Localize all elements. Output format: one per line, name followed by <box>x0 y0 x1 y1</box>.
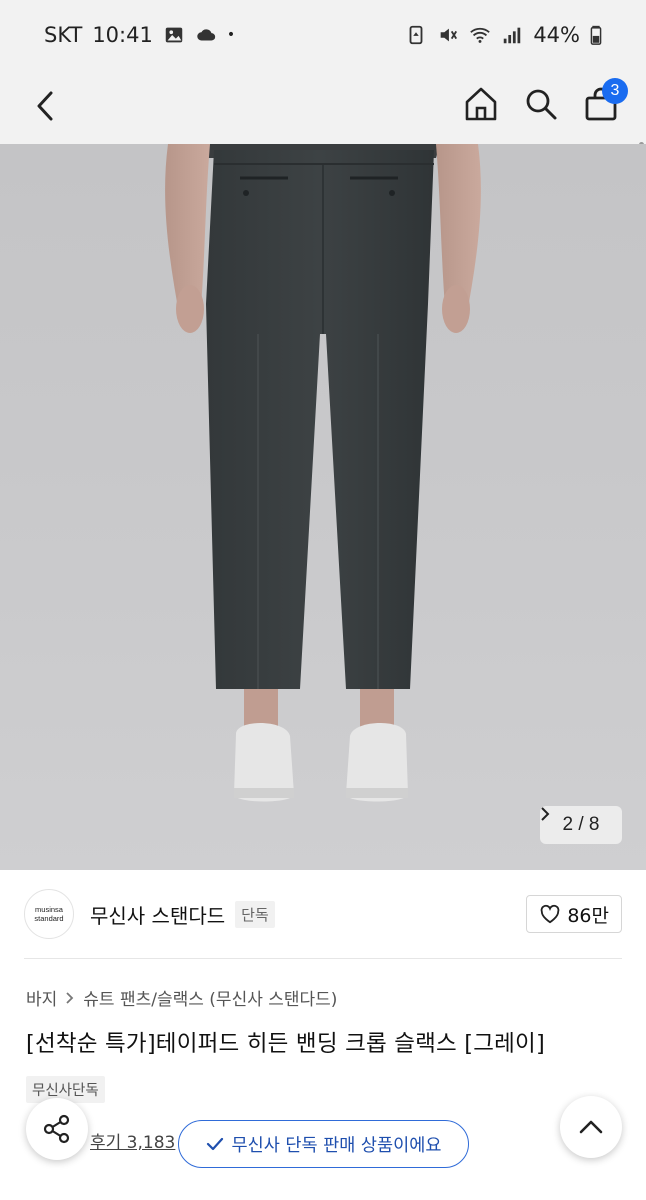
review-link[interactable]: 후기 3,183 <box>90 1128 175 1153</box>
product-title: [선착순 특가]테이퍼드 히든 밴딩 크롭 슬랙스 [그레이] <box>26 1031 545 1057</box>
product-image[interactable]: 2 / 8 <box>0 144 646 870</box>
app-header: 3 <box>0 70 646 226</box>
like-button[interactable]: 86만 <box>526 895 622 933</box>
mute-icon <box>437 24 459 46</box>
header-actions: 3 <box>462 78 628 126</box>
battery-label: 44% <box>533 23 580 47</box>
brand-row: musinsa standard 무신사 스탠다드 단독 86만 <box>0 870 646 958</box>
brand-name[interactable]: 무신사 스탠다드 <box>90 900 225 929</box>
battery-saver-icon <box>405 24 427 46</box>
check-icon <box>206 1137 223 1151</box>
cart-count-badge: 3 <box>602 78 628 104</box>
carrier-label: SKT <box>44 23 83 47</box>
search-icon <box>526 89 557 120</box>
breadcrumb-item-subcategory[interactable]: 슈트 팬츠/슬랙스 (무신사 스탠다드) <box>83 985 337 1010</box>
image-counter-text: 2 / 8 <box>562 814 600 835</box>
breadcrumb: 바지 슈트 팬츠/슬랙스 (무신사 스탠다드) <box>26 985 337 1010</box>
cart-button[interactable]: 3 <box>582 78 628 126</box>
brand-logo[interactable]: musinsa standard <box>24 889 74 939</box>
home-icon <box>465 87 497 121</box>
toast-text: 무신사 단독 판매 상품이에요 <box>231 1135 442 1156</box>
chevron-right-icon <box>66 991 74 1004</box>
clock-label: 10:41 <box>92 23 153 47</box>
image-icon <box>163 24 185 46</box>
search-button[interactable] <box>522 82 560 126</box>
status-left: SKT 10:41 • <box>44 23 235 47</box>
home-button[interactable] <box>462 82 500 126</box>
status-dot: • <box>226 27 236 43</box>
exclusive-toast: 무신사 단독 판매 상품이에요 <box>178 1120 469 1168</box>
brand-logo-line2: standard <box>34 914 64 923</box>
back-button[interactable] <box>28 84 62 128</box>
chevron-right-icon <box>541 807 550 821</box>
status-bar: SKT 10:41 • 44% <box>0 0 646 70</box>
divider <box>24 958 622 959</box>
image-counter[interactable]: 2 / 8 <box>540 806 622 844</box>
brand-exclusive-tag: 단독 <box>235 900 275 928</box>
heart-icon <box>540 904 560 924</box>
product-photo <box>165 144 481 802</box>
breadcrumb-item-category[interactable]: 바지 <box>26 985 57 1010</box>
status-right: 44% <box>405 23 602 47</box>
brand-logo-line1: musinsa <box>35 905 63 914</box>
cloud-icon <box>195 24 217 46</box>
signal-icon <box>501 24 523 46</box>
back-icon <box>37 91 53 121</box>
battery-icon <box>590 24 602 46</box>
like-count: 86만 <box>567 904 609 927</box>
chevron-up-icon <box>579 1120 603 1134</box>
scroll-top-button[interactable] <box>560 1096 622 1158</box>
share-button[interactable] <box>26 1098 88 1160</box>
wifi-icon <box>469 24 491 46</box>
share-icon <box>43 1114 70 1144</box>
